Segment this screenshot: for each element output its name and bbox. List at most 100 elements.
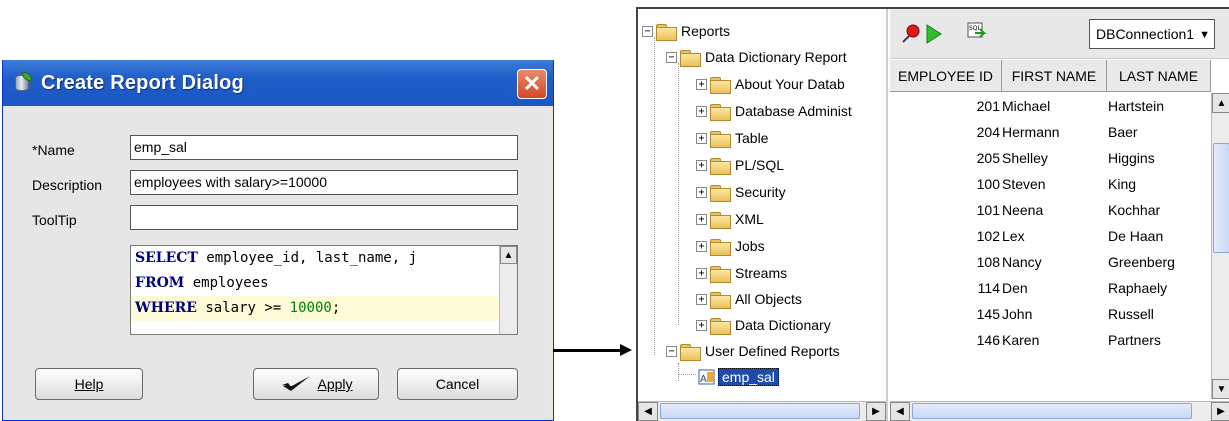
cell-employee-id: 205 [976, 150, 1000, 166]
cell-first-name: Steven [1002, 176, 1046, 192]
results-header: EMPLOYEE ID FIRST NAME LAST NAME [890, 60, 1211, 92]
cell-last-name: Russell [1108, 306, 1154, 322]
sql-scrollbar[interactable]: ▲ [499, 246, 517, 334]
scroll-down-icon[interactable]: ▼ [1212, 379, 1229, 399]
tree-item-security[interactable]: + Security [696, 179, 786, 205]
connection-select[interactable]: DBConnection1 ▼ [1089, 19, 1215, 49]
table-row[interactable]: 108 Nancy Greenberg [890, 249, 1207, 275]
description-label: Description [32, 177, 103, 193]
collapse-icon[interactable]: − [642, 25, 653, 37]
expand-icon[interactable]: + [696, 132, 707, 144]
expand-icon[interactable]: + [696, 186, 707, 198]
create-report-dialog: Create Report Dialog ✕ *Name emp_sal Des… [2, 60, 554, 421]
chevron-down-icon[interactable]: ▼ [1199, 29, 1210, 41]
results-horizontal-scrollbar[interactable]: ◀ ▶ [890, 401, 1229, 421]
cell-employee-id: 145 [976, 306, 1000, 322]
collapse-icon[interactable]: − [666, 51, 677, 63]
tree-item-database-administration[interactable]: + Database Administ [696, 98, 852, 124]
tree-item-table[interactable]: + Table [696, 125, 768, 151]
cell-last-name: Baer [1108, 124, 1138, 140]
folder-icon [710, 265, 731, 283]
folder-icon [710, 76, 731, 94]
svg-text:SQL: SQL [969, 25, 982, 32]
tree-item-user-defined-reports[interactable]: − User Defined Reports [666, 338, 840, 364]
sql-keyword: WHERE [135, 300, 197, 316]
tooltip-field[interactable] [130, 205, 518, 230]
tree-item-all-objects[interactable]: + All Objects [696, 286, 802, 312]
folder-icon [680, 49, 701, 67]
tree-item-label: All Objects [735, 291, 802, 307]
column-header-last-name[interactable]: LAST NAME [1107, 60, 1211, 92]
tree-item-label: emp_sal [718, 368, 779, 386]
table-row[interactable]: 145 John Russell [890, 301, 1207, 327]
sql-text: employees [184, 275, 269, 291]
expand-icon[interactable]: + [696, 213, 707, 225]
expand-icon[interactable]: + [696, 267, 707, 279]
scroll-right-icon[interactable]: ▶ [1211, 402, 1229, 421]
tree-item-label: Data Dictionary [735, 317, 831, 333]
pin-icon[interactable] [900, 23, 922, 48]
scroll-thumb[interactable] [660, 403, 860, 419]
expand-icon[interactable]: + [696, 240, 707, 252]
results-vertical-scrollbar[interactable]: ▲ ▼ [1211, 93, 1229, 399]
apply-button[interactable]: Apply [253, 368, 379, 400]
scroll-up-icon[interactable]: ▲ [500, 246, 517, 264]
tree-item-emp-sal[interactable]: A emp_sal [698, 364, 779, 390]
sql-icon[interactable]: SQL [966, 21, 988, 46]
scroll-left-icon[interactable]: ◀ [638, 402, 658, 421]
table-row[interactable]: 102 Lex De Haan [890, 223, 1207, 249]
tree-item-data-dictionary-reports[interactable]: − Data Dictionary Report [666, 44, 847, 70]
help-button[interactable]: Help [35, 368, 143, 400]
tree-item-reports[interactable]: − Reports [642, 18, 730, 44]
expand-icon[interactable]: + [696, 319, 707, 331]
table-row[interactable]: 100 Steven King [890, 171, 1207, 197]
folder-icon [680, 343, 701, 361]
scroll-up-icon[interactable]: ▲ [1212, 93, 1229, 113]
table-row[interactable]: 146 Karen Partners [890, 327, 1207, 353]
folder-icon [710, 291, 731, 309]
tree-item-streams[interactable]: + Streams [696, 260, 787, 286]
cell-first-name: Hermann [1002, 124, 1060, 140]
scroll-thumb[interactable] [912, 403, 1192, 419]
tree-item-data-dictionary[interactable]: + Data Dictionary [696, 312, 831, 338]
tree-horizontal-scrollbar[interactable]: ◀ ▶ [638, 401, 886, 421]
table-row[interactable]: 201 Michael Hartstein [890, 93, 1207, 119]
collapse-icon[interactable]: − [666, 345, 677, 357]
tree-item-xml[interactable]: + XML [696, 206, 764, 232]
column-header-first-name[interactable]: FIRST NAME [1002, 60, 1107, 92]
tree-item-jobs[interactable]: + Jobs [696, 233, 765, 259]
tree-item-label: Jobs [735, 238, 765, 254]
close-icon[interactable]: ✕ [517, 69, 547, 99]
description-field[interactable]: employees with salary>=10000 [130, 170, 518, 195]
sql-editor[interactable]: SELECT employee_id, last_name, j FROM em… [130, 245, 518, 335]
table-row[interactable]: 101 Neena Kochhar [890, 197, 1207, 223]
folder-icon [710, 184, 731, 202]
folder-icon [710, 317, 731, 335]
cell-last-name: De Haan [1108, 228, 1164, 244]
name-field[interactable]: emp_sal [130, 135, 518, 160]
expand-icon[interactable]: + [696, 78, 707, 90]
scroll-right-icon[interactable]: ▶ [866, 402, 886, 421]
scroll-left-icon[interactable]: ◀ [890, 402, 910, 421]
run-icon[interactable] [924, 23, 944, 48]
expand-icon[interactable]: + [696, 293, 707, 305]
cell-first-name: Michael [1002, 98, 1051, 114]
tree-item-label: PL/SQL [735, 157, 785, 173]
table-row[interactable]: 205 Shelley Higgins [890, 145, 1207, 171]
tree-item-about-your-database[interactable]: + About Your Datab [696, 71, 845, 97]
table-row[interactable]: 204 Hermann Baer [890, 119, 1207, 145]
expand-icon[interactable]: + [696, 105, 707, 117]
cell-last-name: Raphaely [1108, 280, 1168, 296]
cell-first-name: Karen [1002, 332, 1040, 348]
table-row[interactable]: 114 Den Raphaely [890, 275, 1207, 301]
tooltip-label: ToolTip [32, 212, 77, 228]
tree-item-plsql[interactable]: + PL/SQL [696, 152, 784, 178]
column-header-employee-id[interactable]: EMPLOYEE ID [890, 60, 1002, 92]
cancel-button[interactable]: Cancel [397, 368, 518, 400]
sql-text: employee_id, last_name, j [197, 250, 418, 266]
scroll-thumb[interactable] [1213, 143, 1229, 253]
sql-keyword: FROM [135, 275, 185, 291]
dialog-titlebar[interactable]: Create Report Dialog ✕ [3, 60, 553, 106]
expand-icon[interactable]: + [696, 159, 707, 171]
tree-item-label: Streams [735, 265, 788, 281]
